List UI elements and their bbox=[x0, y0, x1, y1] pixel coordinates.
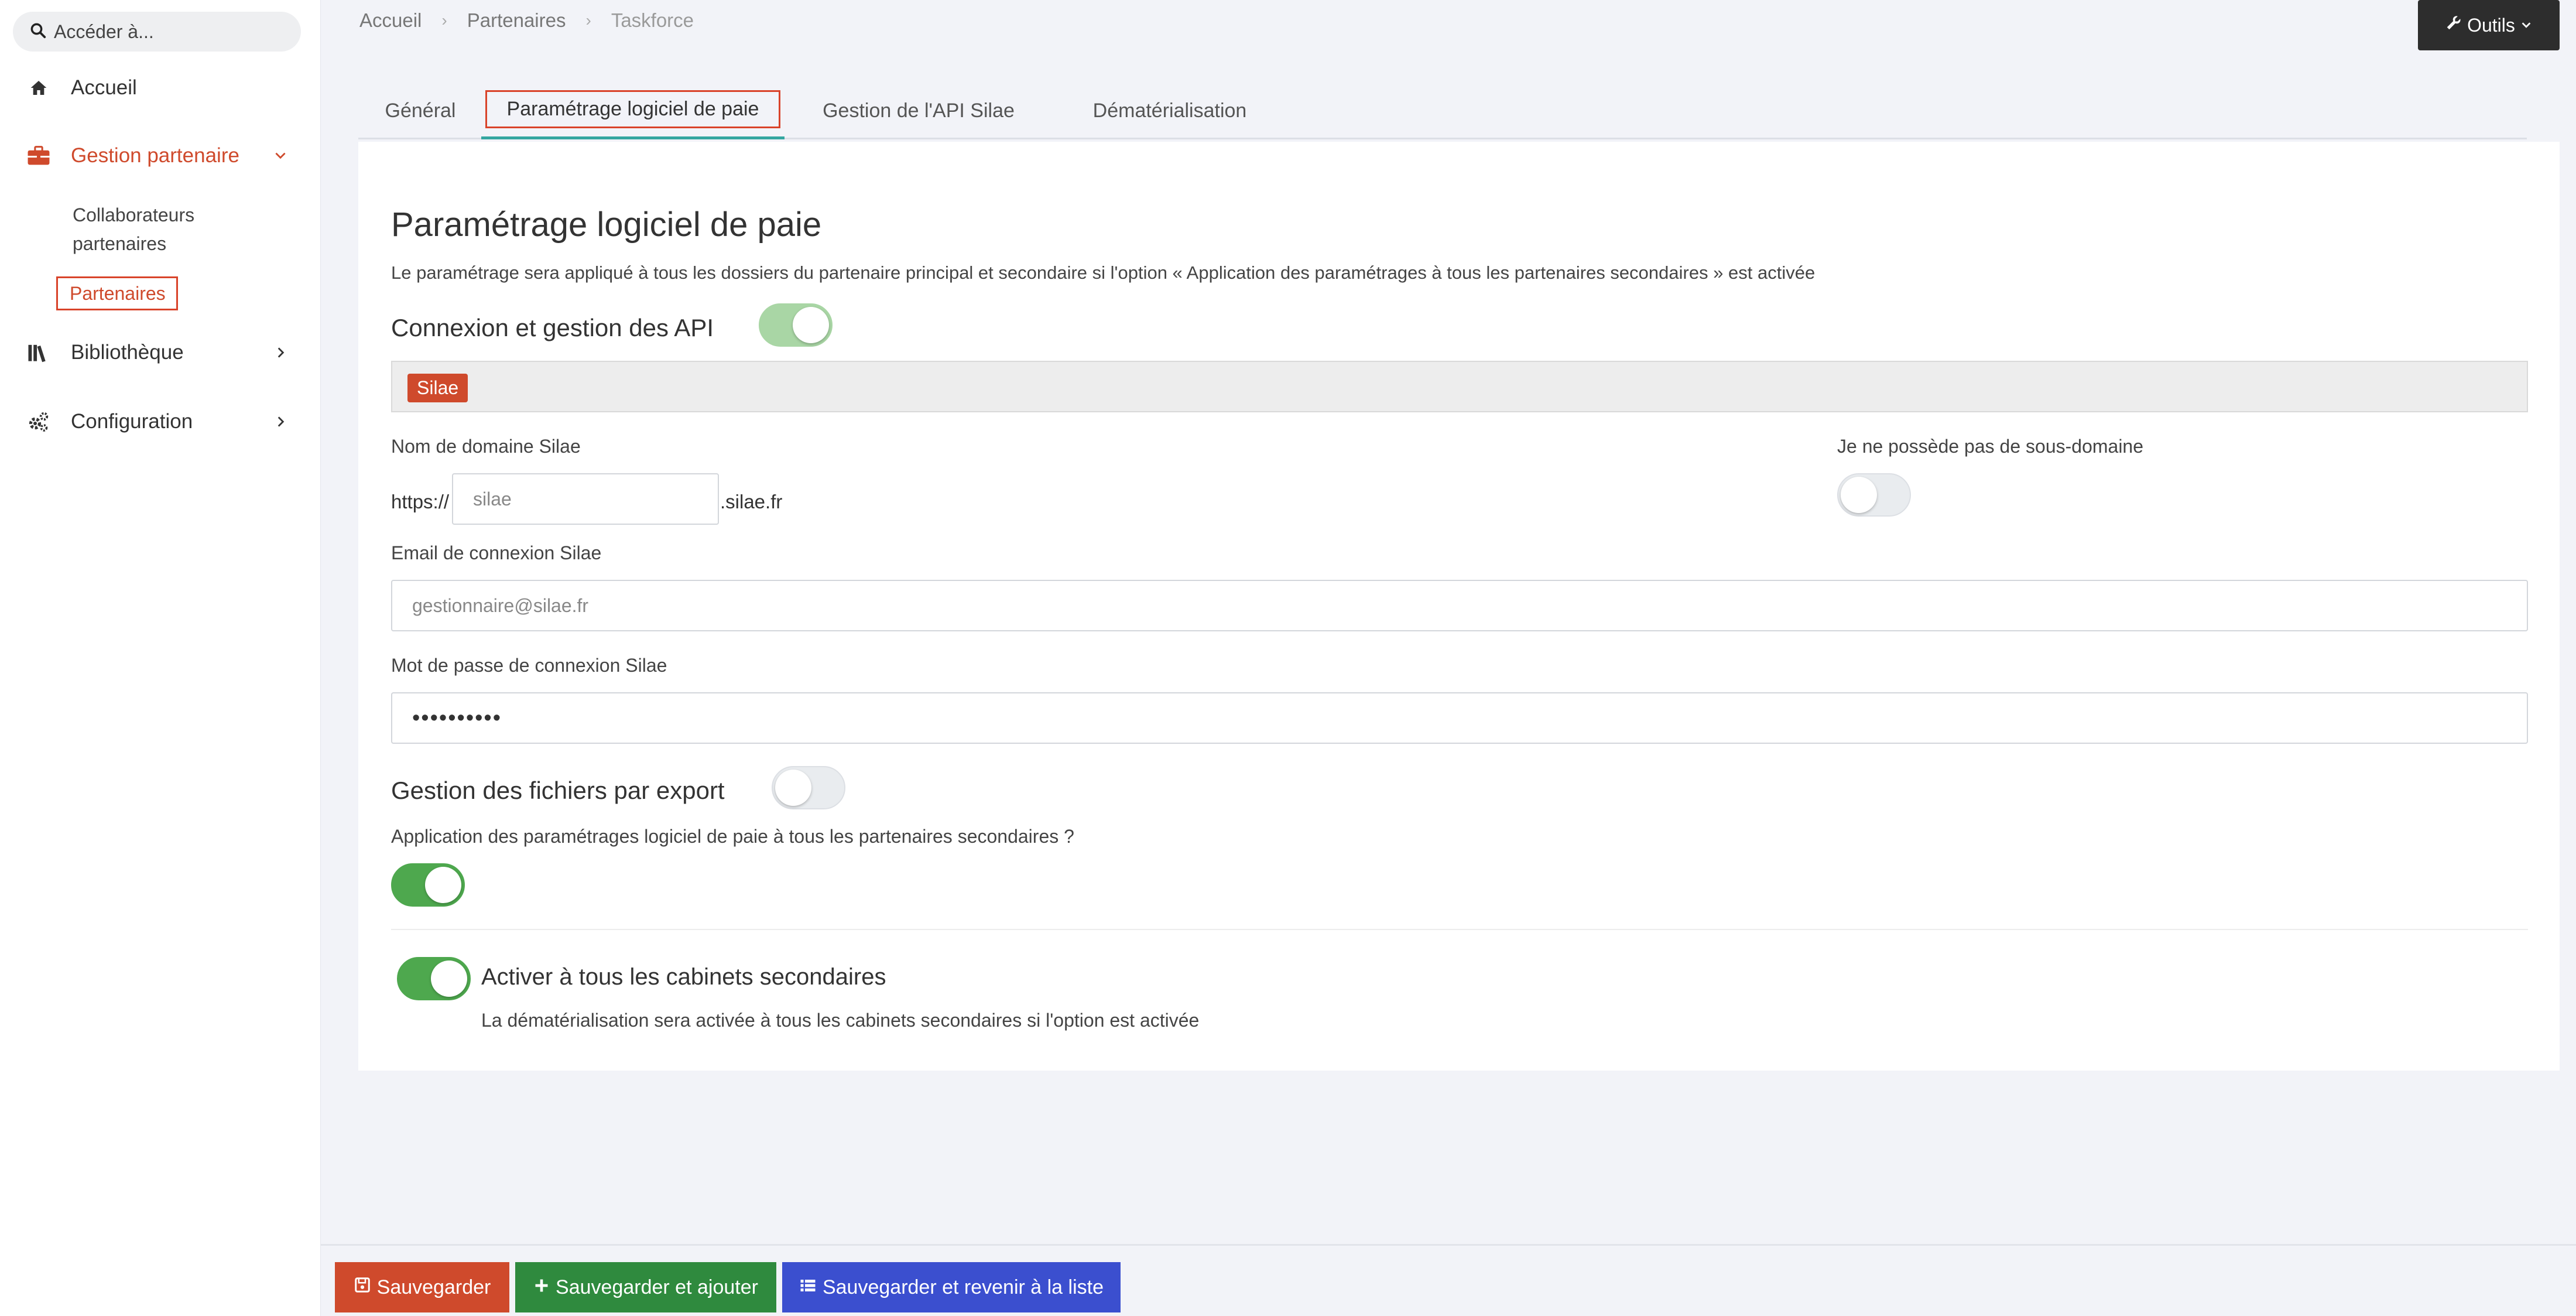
save-and-add-button[interactable]: Sauvegarder et ajouter bbox=[515, 1262, 776, 1312]
api-section-label: Connexion et gestion des API bbox=[391, 314, 714, 341]
export-toggle[interactable] bbox=[772, 766, 845, 809]
domain-label: Nom de domaine Silae bbox=[391, 436, 581, 457]
settings-card: Paramétrage logiciel de paie Le paramétr… bbox=[358, 142, 2560, 1071]
chevron-down-icon bbox=[2520, 15, 2533, 36]
sidebar-item-configuration[interactable]: Configuration bbox=[0, 406, 321, 437]
plus-icon bbox=[533, 1276, 550, 1299]
apply-all-toggle[interactable] bbox=[391, 863, 465, 907]
breadcrumb-current: Taskforce bbox=[611, 9, 694, 31]
sidebar-item-label: Configuration bbox=[71, 410, 193, 433]
tab-bar: Général Paramétrage logiciel de paie Ges… bbox=[358, 82, 2527, 139]
domain-suffix: .silae.fr bbox=[720, 491, 783, 512]
subdomain-input[interactable] bbox=[452, 473, 719, 525]
sidebar-item-label: Gestion partenaire bbox=[71, 144, 239, 167]
sidebar-subitem-partenaires[interactable]: Partenaires bbox=[56, 276, 178, 310]
breadcrumb: Accueil › Partenaires › Taskforce bbox=[359, 9, 694, 32]
tab-label: Gestion de l'API Silae bbox=[823, 99, 1015, 122]
tools-label: Outils bbox=[2467, 14, 2515, 36]
tab-dematerialisation[interactable]: Dématérialisation bbox=[1053, 82, 1287, 139]
toggle-knob bbox=[793, 307, 829, 343]
tab-general[interactable]: Général bbox=[358, 82, 482, 139]
email-label: Email de connexion Silae bbox=[391, 542, 602, 563]
domain-prefix: https:// bbox=[391, 491, 450, 512]
sidebar-subitem-collaborateurs[interactable]: Collaborateurs partenaires bbox=[73, 201, 194, 258]
list-icon bbox=[799, 1276, 817, 1299]
sidebar-item-label: Accueil bbox=[71, 76, 137, 99]
toggle-knob bbox=[775, 770, 811, 806]
wrench-icon bbox=[2445, 14, 2462, 36]
tools-button[interactable]: Outils bbox=[2418, 0, 2560, 50]
floppy-icon bbox=[354, 1276, 371, 1299]
silae-tag: Silae bbox=[407, 374, 468, 402]
section-divider bbox=[391, 929, 2528, 930]
breadcrumb-separator-icon: › bbox=[441, 11, 447, 29]
breadcrumb-accueil[interactable]: Accueil bbox=[359, 9, 422, 32]
save-button[interactable]: Sauvegarder bbox=[335, 1262, 509, 1312]
briefcase-icon bbox=[26, 143, 52, 169]
save-label: Sauvegarder bbox=[376, 1276, 491, 1298]
books-icon bbox=[26, 340, 52, 365]
apply-all-label: Application des paramétrages logiciel de… bbox=[391, 826, 1074, 847]
toggle-knob bbox=[431, 960, 467, 997]
tab-label: Général bbox=[385, 99, 456, 122]
save-and-return-button[interactable]: Sauvegarder et revenir à la liste bbox=[782, 1262, 1121, 1312]
tab-gestion-api-silae[interactable]: Gestion de l'API Silae bbox=[785, 82, 1053, 139]
cabinets-label: Activer à tous les cabinets secondaires bbox=[481, 964, 886, 990]
toggle-knob bbox=[1841, 477, 1877, 513]
breadcrumb-partenaires[interactable]: Partenaires bbox=[467, 9, 566, 32]
password-label: Mot de passe de connexion Silae bbox=[391, 655, 667, 676]
page-title: Paramétrage logiciel de paie bbox=[391, 206, 822, 244]
breadcrumb-separator-icon: › bbox=[585, 11, 591, 29]
toggle-knob bbox=[425, 867, 461, 903]
search-box[interactable] bbox=[13, 12, 301, 52]
chevron-down-icon bbox=[272, 147, 289, 165]
cabinets-note: La dématérialisation sera activée à tous… bbox=[481, 1010, 1200, 1031]
sidebar-item-bibliotheque[interactable]: Bibliothèque bbox=[0, 337, 321, 368]
sidebar-item-accueil[interactable]: Accueil bbox=[0, 73, 321, 103]
cabinets-toggle[interactable] bbox=[397, 957, 471, 1000]
api-tags-field[interactable]: Silae bbox=[391, 361, 2528, 412]
chevron-right-icon bbox=[272, 344, 289, 361]
no-subdomain-label: Je ne possède pas de sous-domaine bbox=[1837, 436, 2144, 457]
tab-label: Paramétrage logiciel de paie bbox=[485, 90, 781, 128]
sidebar-subitem-label-line1: Collaborateurs bbox=[73, 204, 195, 225]
email-field[interactable] bbox=[391, 580, 2528, 631]
search-input[interactable] bbox=[54, 20, 300, 43]
sidebar: Accueil Gestion partenaire Collaborateur… bbox=[0, 0, 321, 1316]
home-icon bbox=[26, 75, 52, 101]
password-field[interactable] bbox=[391, 692, 2528, 744]
save-and-add-label: Sauvegarder et ajouter bbox=[556, 1276, 758, 1298]
search-icon bbox=[29, 22, 47, 42]
sidebar-item-gestion-partenaire[interactable]: Gestion partenaire bbox=[0, 141, 321, 171]
api-toggle[interactable] bbox=[759, 303, 833, 347]
chevron-right-icon bbox=[272, 413, 289, 430]
sidebar-item-label: Bibliothèque bbox=[71, 341, 184, 364]
action-footer: Sauvegarder Sauvegarder et ajouter Sauve… bbox=[321, 1244, 2576, 1316]
sidebar-subitem-label-line2: partenaires bbox=[73, 233, 167, 254]
save-and-return-label: Sauvegarder et revenir à la liste bbox=[822, 1276, 1104, 1298]
no-subdomain-toggle[interactable] bbox=[1837, 473, 1911, 517]
cogs-icon bbox=[26, 409, 52, 435]
export-section-label: Gestion des fichiers par export bbox=[391, 777, 725, 804]
page-description: Le paramétrage sera appliqué à tous les … bbox=[391, 262, 1815, 283]
tab-label: Dématérialisation bbox=[1092, 99, 1247, 122]
tab-parametrage-logiciel-de-paie[interactable]: Paramétrage logiciel de paie bbox=[481, 82, 785, 139]
